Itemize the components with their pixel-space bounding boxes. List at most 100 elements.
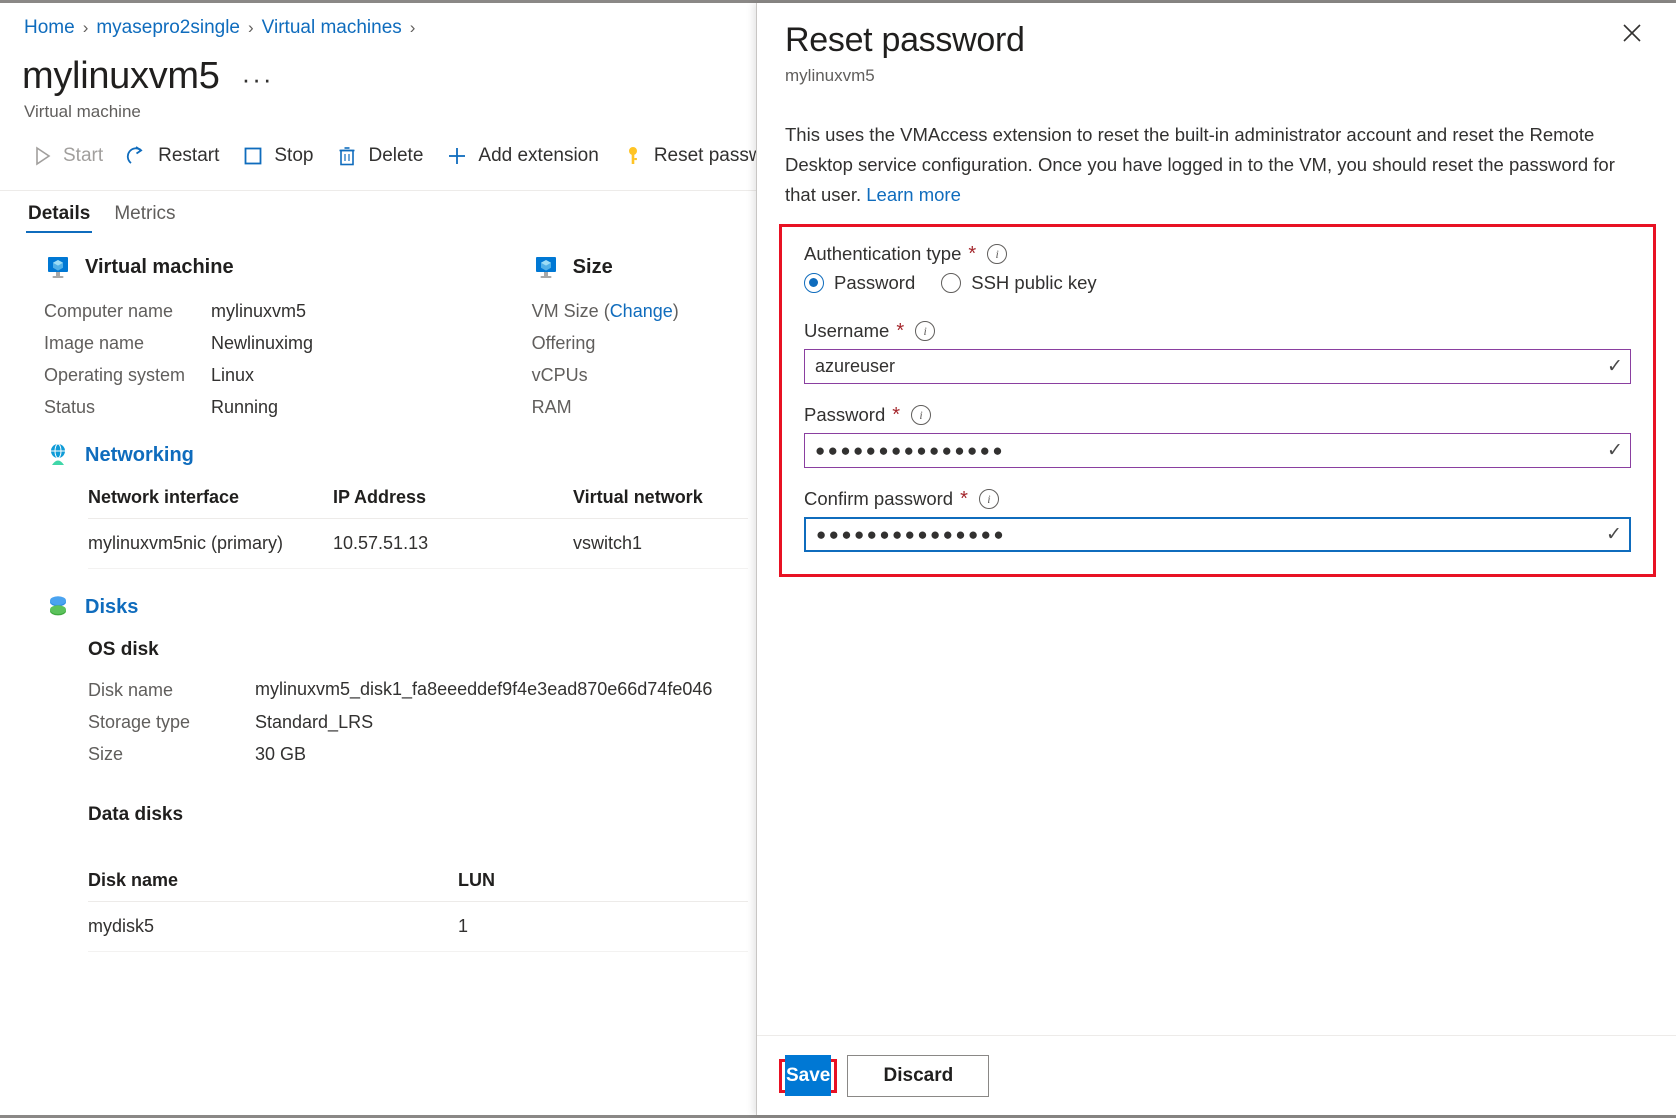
networking-icon: [44, 441, 72, 469]
size-icon: [532, 253, 560, 281]
breadcrumb-item-resource[interactable]: myasepro2single: [96, 17, 240, 39]
breadcrumb-item-home[interactable]: Home: [24, 17, 75, 39]
row-os-disk-size-key: Size: [88, 744, 124, 764]
panel-title: Reset password: [785, 21, 1025, 59]
auth-type-label-row: Authentication type * i: [804, 243, 1631, 265]
page-subtitle: Virtual machine: [24, 102, 141, 121]
tab-metrics[interactable]: Metrics: [110, 197, 185, 235]
form-highlight-box: Authentication type * i Password SSH pub…: [779, 224, 1656, 577]
col-lun: LUN: [458, 864, 748, 902]
info-icon[interactable]: i: [987, 244, 1008, 264]
username-input-wrap[interactable]: ✓: [804, 349, 1631, 384]
breadcrumb-item-virtual-machines[interactable]: Virtual machines: [262, 17, 402, 39]
col-network-interface: Network interface: [88, 481, 333, 519]
restart-button[interactable]: Restart: [117, 138, 233, 174]
username-input[interactable]: [805, 356, 1600, 377]
networking-table: Network interface IP Address Virtual net…: [88, 481, 748, 569]
row-storage-type-value: Standard_LRS: [255, 712, 374, 732]
radio-password-icon[interactable]: [804, 273, 824, 293]
vm-size-change-link[interactable]: Change: [610, 301, 673, 321]
save-button[interactable]: Save: [785, 1054, 832, 1096]
disks-section-heading[interactable]: Disks: [0, 593, 756, 621]
row-image-name-key: Image name: [44, 333, 145, 353]
disks-heading-label: Disks: [85, 595, 139, 618]
auth-type-label: Authentication type: [804, 243, 962, 264]
page-title: mylinuxvm5: [22, 55, 220, 97]
delete-button[interactable]: Delete: [327, 138, 437, 174]
trash-icon: [335, 144, 359, 168]
virtual-machine-heading-label: Virtual machine: [85, 255, 234, 278]
info-icon[interactable]: i: [915, 321, 936, 341]
radio-ssh-public-key-icon[interactable]: [941, 273, 962, 293]
panel-header: Reset password mylinuxvm5: [757, 3, 1676, 86]
password-input-wrap[interactable]: ●●●●●●●●●●●●●●● ✓: [804, 433, 1631, 468]
breadcrumb-separator-icon: ›: [409, 18, 416, 37]
tab-details[interactable]: Details: [24, 197, 100, 235]
row-status-value: Running: [211, 397, 279, 417]
row-computer-name: Computer name mylinuxvm5: [44, 295, 532, 327]
more-options-icon[interactable]: ···: [242, 66, 274, 91]
start-button[interactable]: Start: [22, 138, 117, 174]
password-input[interactable]: ●●●●●●●●●●●●●●●: [805, 434, 1600, 467]
password-label-row: Password * i: [804, 404, 1631, 426]
size-heading-label: Size: [572, 255, 613, 278]
panel-subtitle: mylinuxvm5: [785, 66, 875, 85]
row-computer-name-key: Computer name: [44, 301, 174, 321]
row-ram: RAM: [532, 391, 756, 423]
play-icon: [30, 144, 54, 168]
learn-more-link[interactable]: Learn more: [866, 184, 961, 205]
tab-details-label: Details: [28, 203, 91, 224]
row-operating-system: Operating system Linux: [44, 359, 532, 391]
breadcrumb-separator-icon: ›: [248, 18, 254, 37]
col-disk-name: Disk name: [88, 864, 458, 902]
size-section-heading: Size: [532, 253, 756, 281]
vm-size-rows: Computer name mylinuxvm5 Image name Newl…: [0, 281, 756, 423]
username-label-row: Username * i: [804, 320, 1631, 342]
confirm-password-field: Confirm password * i ●●●●●●●●●●●●●●● ✓: [804, 488, 1631, 552]
confirm-password-label-row: Confirm password * i: [804, 488, 1631, 510]
virtual-machine-rows: Computer name mylinuxvm5 Image name Newl…: [44, 295, 532, 423]
col-virtual-network: Virtual network: [573, 481, 748, 519]
row-vm-size-key: VM Size (: [531, 301, 610, 321]
row-operating-system-value: Linux: [211, 365, 255, 385]
add-extension-button-label: Add extension: [478, 145, 599, 166]
col-ip-address: IP Address: [333, 481, 573, 519]
os-disk-heading: OS disk: [88, 639, 159, 660]
cell-virtual-network: vswitch1: [573, 518, 748, 569]
row-os-disk-size: Size 30 GB: [88, 738, 756, 770]
delete-button-label: Delete: [368, 145, 424, 166]
reset-password-button[interactable]: Reset password: [613, 138, 756, 174]
breadcrumb-separator-icon: ›: [82, 18, 89, 37]
table-row: mydisk5 1: [88, 901, 748, 952]
add-extension-button[interactable]: Add extension: [437, 138, 612, 174]
row-storage-type: Storage type Standard_LRS: [88, 706, 756, 738]
stop-button-label: Stop: [274, 145, 314, 166]
stop-button[interactable]: Stop: [233, 138, 327, 174]
row-computer-name-value: mylinuxvm5: [211, 301, 307, 321]
azure-portal-page: Home › myasepro2single › Virtual machine…: [0, 0, 1676, 1118]
confirm-password-input[interactable]: ●●●●●●●●●●●●●●●: [806, 518, 1599, 551]
networking-section-heading[interactable]: Networking: [0, 441, 756, 469]
cell-lun: 1: [458, 901, 748, 952]
os-disk-rows: Disk name mylinuxvm5_disk1_fa8eeeddef9f4…: [0, 661, 756, 770]
info-icon[interactable]: i: [911, 405, 932, 425]
radio-option-password[interactable]: Password: [804, 272, 915, 294]
radio-option-ssh-public-key[interactable]: SSH public key: [941, 272, 1097, 294]
reset-password-panel: Reset password mylinuxvm5 This uses the …: [756, 3, 1676, 1115]
password-field: Password * i ●●●●●●●●●●●●●●● ✓: [804, 404, 1631, 468]
info-icon[interactable]: i: [978, 489, 999, 509]
row-image-name-value: Newlinuximg: [211, 333, 314, 353]
radio-option-ssh-public-key-label: SSH public key: [971, 272, 1097, 293]
row-vm-size: VM Size (Change): [532, 295, 756, 327]
panel-description: This uses the VMAccess extension to rese…: [757, 86, 1676, 210]
row-storage-type-key: Storage type: [88, 712, 191, 732]
size-rows: VM Size (Change) Offering vCPUs RAM: [532, 295, 756, 423]
key-icon: [621, 144, 645, 168]
discard-button[interactable]: Discard: [847, 1054, 990, 1097]
start-button-label: Start: [63, 145, 104, 166]
confirm-password-input-wrap[interactable]: ●●●●●●●●●●●●●●● ✓: [804, 517, 1631, 552]
networking-heading-label: Networking: [85, 443, 194, 466]
auth-type-field: Authentication type * i Password SSH pub…: [804, 243, 1631, 294]
reset-password-button-label: Reset password: [653, 145, 756, 166]
close-icon[interactable]: [1616, 17, 1648, 49]
